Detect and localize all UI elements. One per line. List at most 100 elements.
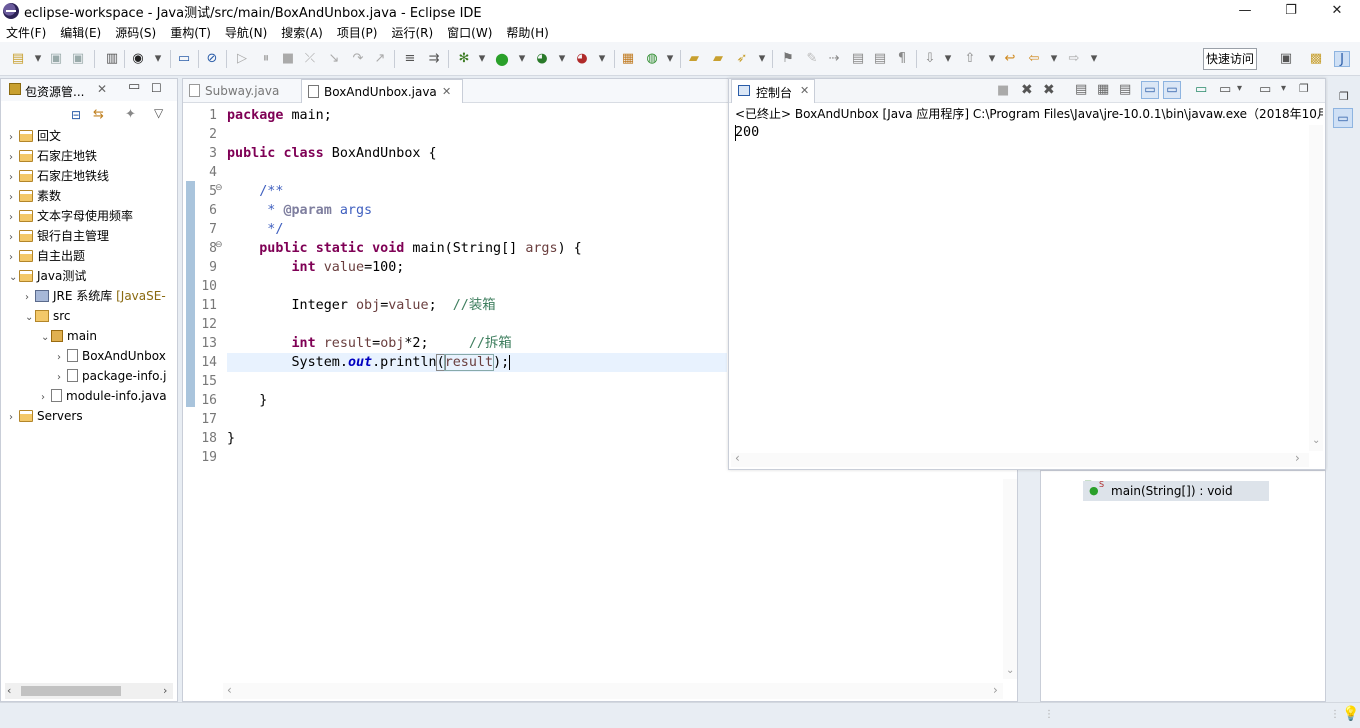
tree-item[interactable]: › BoxAndUnbox <box>57 346 166 366</box>
dropdown-icon[interactable]: ▾ <box>1237 83 1242 94</box>
pin-console-icon[interactable]: ▭ <box>1195 82 1207 97</box>
block-selection-icon[interactable]: ▤ <box>850 51 866 67</box>
menu-help[interactable]: 帮助(H) <box>506 24 548 41</box>
new-class-icon[interactable]: ◍ <box>644 51 660 67</box>
dropdown-icon[interactable]: ▾ <box>594 51 610 67</box>
collapse-icon[interactable]: ⌄ <box>25 308 35 328</box>
tab-boxandunbox-java[interactable]: BoxAndUnbox.java ✕ <box>301 79 463 103</box>
skip-breakpoints-icon[interactable]: ⊘ <box>204 51 220 67</box>
view-menu-icon[interactable]: ▽ <box>154 106 163 120</box>
menu-navigate[interactable]: 导航(N) <box>225 24 267 41</box>
tree-item[interactable]: › package-info.j <box>57 366 166 386</box>
tree-item[interactable]: › 文本字母使用频率 <box>9 206 133 226</box>
forward-icon[interactable]: ⇨ <box>1066 51 1082 67</box>
scrollbar-thumb[interactable] <box>21 686 121 696</box>
word-wrap-icon[interactable]: ▤ <box>872 51 888 67</box>
scroll-left-icon[interactable]: ‹ <box>227 683 232 697</box>
dropdown-icon[interactable]: ▾ <box>1281 83 1286 94</box>
scroll-right-icon[interactable]: › <box>1295 451 1300 465</box>
step-return-icon[interactable]: ↗ <box>372 51 388 67</box>
show-on-stderr-icon[interactable]: ▭ <box>1163 81 1181 99</box>
expand-icon[interactable]: › <box>41 388 51 408</box>
code-line[interactable]: int result=obj*2; //拆箱 <box>227 334 512 353</box>
code-line[interactable]: package main; <box>227 106 332 125</box>
scroll-down-icon[interactable]: ⌄ <box>1006 665 1014 676</box>
terminate-icon[interactable]: ■ <box>280 51 296 67</box>
show-on-stdout-icon[interactable]: ▭ <box>1141 81 1159 99</box>
menu-project[interactable]: 项目(P) <box>337 24 378 41</box>
link-with-editor-icon[interactable]: ⇆ <box>93 107 104 122</box>
menu-source[interactable]: 源码(S) <box>115 24 156 41</box>
step-over-icon[interactable]: ↷ <box>350 51 366 67</box>
scroll-left-icon[interactable]: ‹ <box>7 684 11 697</box>
show-whitespace-icon[interactable]: ¶ <box>894 51 910 67</box>
menu-edit[interactable]: 编辑(E) <box>60 24 101 41</box>
code-line[interactable]: */ <box>227 220 283 239</box>
step-into-icon[interactable]: ↘ <box>326 51 342 67</box>
fold-icon[interactable]: ⊖ <box>215 240 223 250</box>
menu-search[interactable]: 搜索(A) <box>281 24 323 41</box>
expand-icon[interactable]: › <box>9 188 19 208</box>
tab-subway-java[interactable]: Subway.java <box>183 79 301 103</box>
close-tab-icon[interactable]: ✕ <box>800 84 809 97</box>
dropdown-icon[interactable]: ▾ <box>754 51 770 67</box>
tree-item[interactable]: › 石家庄地铁线 <box>9 166 109 186</box>
tab-console[interactable]: 控制台 ✕ <box>731 79 815 103</box>
expand-icon[interactable]: › <box>9 228 19 248</box>
menu-window[interactable]: 窗口(W) <box>447 24 492 41</box>
restore-icon[interactable]: ❐ <box>1339 90 1349 103</box>
scroll-right-icon[interactable]: › <box>163 684 167 697</box>
tree-item[interactable]: › 石家庄地铁 <box>9 146 97 166</box>
annotation-icon[interactable]: ⚑ <box>780 51 796 67</box>
expand-icon[interactable]: › <box>57 368 67 388</box>
expand-icon[interactable]: › <box>9 248 19 268</box>
user-icon[interactable]: ◉ <box>130 51 146 67</box>
back-icon[interactable]: ⇦ <box>1026 51 1042 67</box>
prev-annotation-icon[interactable]: ⇧ <box>962 51 978 67</box>
word-wrap-icon[interactable]: ▤ <box>1119 82 1131 97</box>
open-console-icon[interactable]: ▭ <box>1259 82 1271 97</box>
tree-item[interactable]: ⌄ main <box>41 326 97 346</box>
tree-item[interactable]: › 银行自主管理 <box>9 226 109 246</box>
last-edit-icon[interactable]: ↩ <box>1002 51 1018 67</box>
resume-icon[interactable]: ▷ <box>234 51 250 67</box>
code-line[interactable]: } <box>227 429 235 448</box>
display-console-icon[interactable]: ▭ <box>1219 82 1231 97</box>
print-icon[interactable]: ▥ <box>104 51 120 67</box>
expand-icon[interactable]: › <box>9 128 19 148</box>
expand-icon[interactable]: › <box>9 168 19 188</box>
scroll-down-icon[interactable]: ⌄ <box>1312 435 1320 446</box>
restore-icon[interactable]: ❐ <box>1299 82 1309 95</box>
tree-item[interactable]: › 素数 <box>9 186 61 206</box>
dropdown-icon[interactable]: ▾ <box>1086 51 1102 67</box>
tree-item[interactable]: › module-info.java <box>41 386 167 406</box>
close-button[interactable]: ✕ <box>1314 0 1360 22</box>
open-task-icon[interactable]: ▰ <box>710 51 726 67</box>
search-icon[interactable]: ➶ <box>734 51 750 67</box>
run-icon[interactable]: ● <box>494 51 510 67</box>
vertical-scrollbar[interactable]: ⌄ <box>1003 479 1017 679</box>
console-view-icon[interactable]: ▭ <box>1333 108 1353 128</box>
collapse-icon[interactable]: ⌄ <box>9 268 19 288</box>
close-icon[interactable]: ✕ <box>97 82 107 96</box>
maximize-button[interactable]: ❐ <box>1268 0 1314 22</box>
package-explorer-tab[interactable]: 包资源管... <box>25 83 84 100</box>
code-line[interactable]: * @param args <box>227 201 372 220</box>
horizontal-scrollbar[interactable]: ‹ › <box>223 683 1003 699</box>
dropdown-icon[interactable]: ▾ <box>984 51 1000 67</box>
open-perspective-icon[interactable]: ▣ <box>1278 51 1294 67</box>
use-step-filters-icon[interactable]: ⇉ <box>426 51 442 67</box>
code-line[interactable]: public static void main(String[] args) { <box>227 239 582 258</box>
quick-access-field[interactable]: 快速访问 <box>1203 48 1257 70</box>
java-perspective-icon[interactable]: J <box>1334 51 1350 67</box>
dropdown-icon[interactable]: ▾ <box>474 51 490 67</box>
expand-icon[interactable]: › <box>9 208 19 228</box>
minimize-icon[interactable]: ▭ <box>128 79 140 94</box>
disconnect-icon[interactable]: ⤫ <box>302 51 318 67</box>
external-tools-icon[interactable]: ◕ <box>574 51 590 67</box>
collapse-icon[interactable]: ⌄ <box>41 328 51 348</box>
java-ee-perspective-icon[interactable]: ▩ <box>1308 51 1324 67</box>
console-view-icon[interactable]: ▭ <box>176 51 192 67</box>
suspend-icon[interactable]: ⏸ <box>258 51 274 67</box>
scroll-lock-icon[interactable]: ▦ <box>1097 82 1109 97</box>
